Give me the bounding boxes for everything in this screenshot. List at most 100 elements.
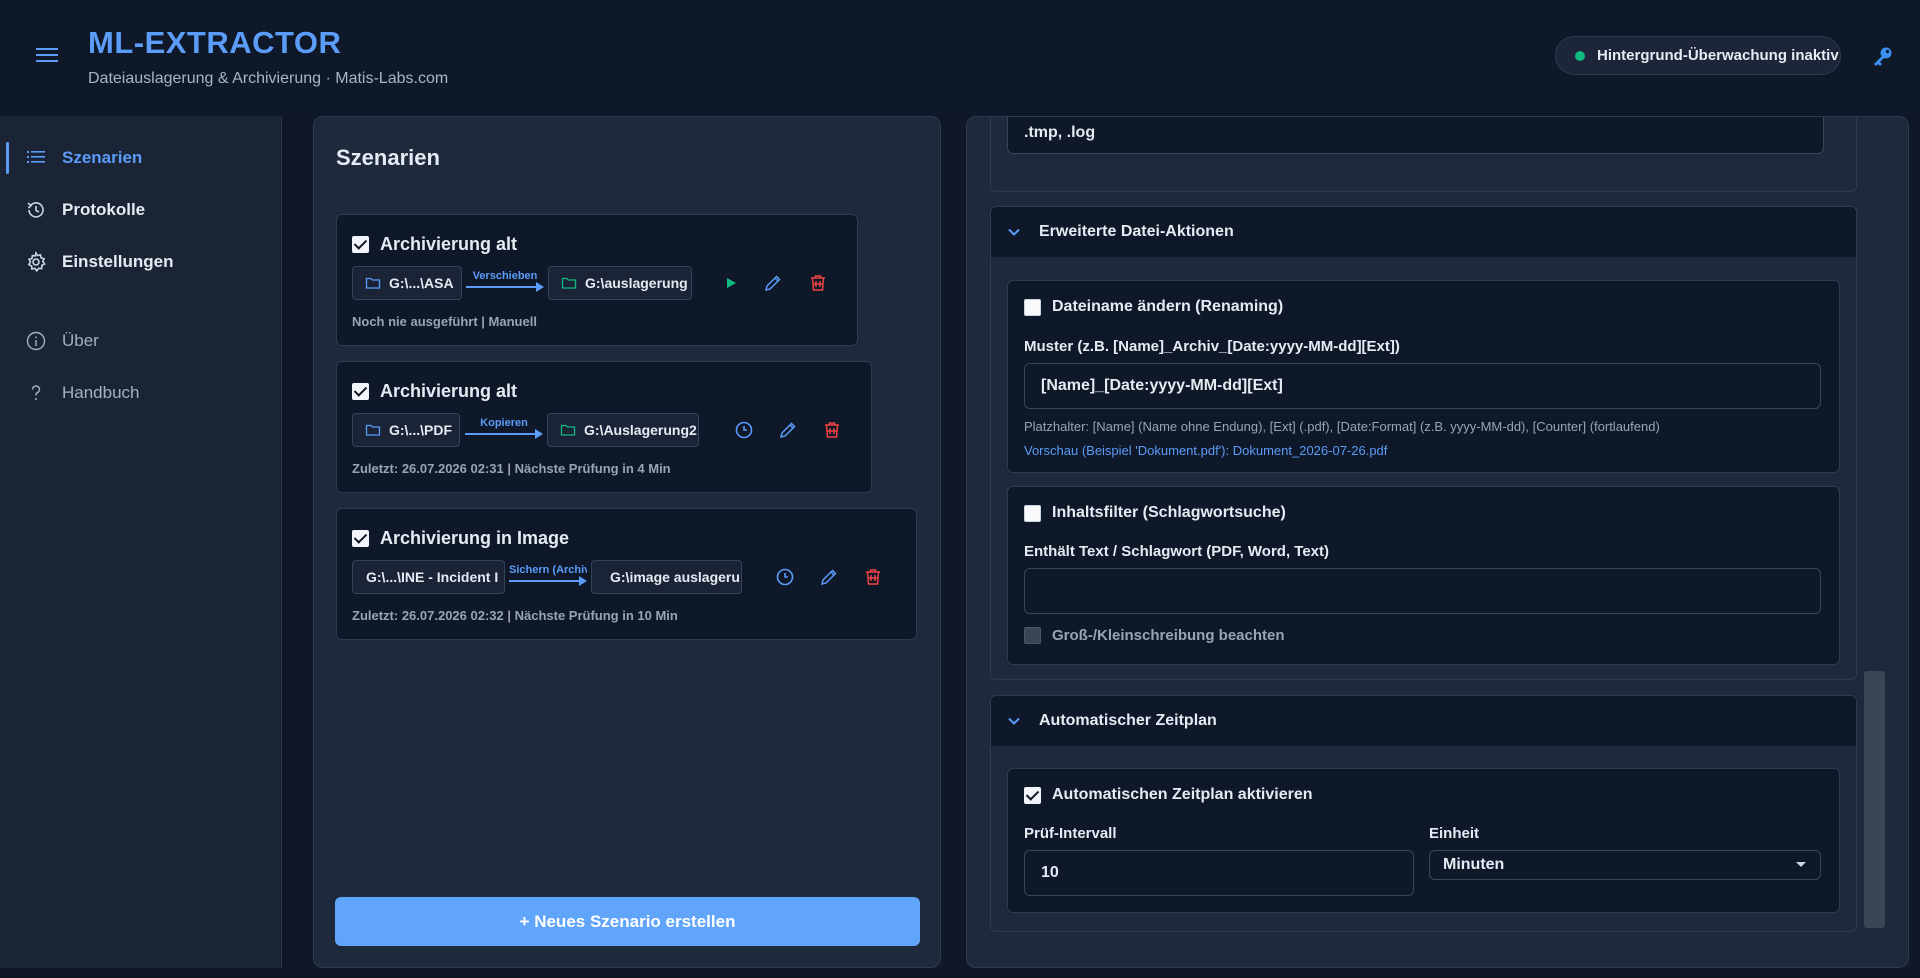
sidebar-item-szenarien[interactable]: Szenarien xyxy=(0,138,281,178)
renaming-toggle[interactable]: Dateiname ändern (Renaming) xyxy=(1024,298,1283,316)
sidebar-item-protokolle[interactable]: Protokolle xyxy=(0,190,281,230)
target-path[interactable]: G:\image auslageru xyxy=(591,560,742,594)
content-filter-checkbox[interactable] xyxy=(1024,504,1041,522)
sidebar-item-handbuch[interactable]: Handbuch xyxy=(0,373,281,413)
scenario-meta: Zuletzt: 26.07.2026 02:32 | Nächste Prüf… xyxy=(352,608,678,623)
keyword-label: Enthält Text / Schlagwort (PDF, Word, Te… xyxy=(1024,543,1330,560)
scenario-title: Archivierung in Image xyxy=(352,528,569,549)
arrow-right-icon xyxy=(535,429,543,439)
status-text: Hintergrund-Überwachung inaktiv xyxy=(1597,47,1839,64)
case-sensitive-toggle[interactable]: Groß-/Kleinschreibung beachten xyxy=(1024,627,1285,644)
unit-select[interactable]: Minuten xyxy=(1429,850,1821,880)
action-label: Sichern (Archiv xyxy=(509,564,587,576)
app-subtitle: Dateiauslagerung & Archivierung · Matis-… xyxy=(88,70,449,87)
sidebar: Szenarien Protokolle Einstellungen Über … xyxy=(0,116,282,968)
background-monitor-status[interactable]: Hintergrund-Überwachung inaktiv xyxy=(1555,36,1841,75)
source-path-text: G:\...\INE - Incident I xyxy=(366,569,499,585)
edit-pencil-icon[interactable] xyxy=(818,566,840,588)
scenario-meta: Zuletzt: 26.07.2026 02:31 | Nächste Prüf… xyxy=(352,461,671,476)
source-path-text: G:\...\ASA xyxy=(389,275,454,291)
sidebar-item-label: Einstellungen xyxy=(62,252,174,271)
gear-icon xyxy=(25,251,47,273)
schedule-header[interactable]: Automatischer Zeitplan xyxy=(991,696,1856,746)
scenario-name: Archivierung in Image xyxy=(380,528,570,548)
target-path-text: G:\auslagerung xyxy=(585,275,688,291)
delete-trash-icon[interactable] xyxy=(862,566,884,588)
action-label: Kopieren xyxy=(480,417,528,429)
content-filter-toggle[interactable]: Inhaltsfilter (Schlagwortsuche) xyxy=(1024,504,1286,522)
hamburger-menu-icon[interactable] xyxy=(36,47,58,63)
scrollbar-thumb[interactable] xyxy=(1864,671,1885,928)
panel-title: Szenarien xyxy=(336,145,440,170)
scenarios-panel: Szenarien Archivierung alt G:\...\ASA Ve… xyxy=(313,116,941,968)
sidebar-item-label: Protokolle xyxy=(62,200,146,219)
target-path[interactable]: G:\Auslagerung2 xyxy=(547,413,699,447)
scenario-card[interactable]: Archivierung alt G:\...\PDF Kopieren G:\… xyxy=(336,361,872,493)
schedule-toggle[interactable]: Automatischen Zeitplan aktivieren xyxy=(1024,786,1313,804)
renaming-checkbox[interactable] xyxy=(1024,298,1041,316)
filter-section: .tmp, .log xyxy=(990,117,1857,192)
case-sensitive-checkbox[interactable] xyxy=(1024,627,1041,644)
rename-preview: Vorschau (Beispiel 'Dokument.pdf'): Doku… xyxy=(1024,443,1388,458)
arrow-right-icon xyxy=(536,282,544,292)
help-icon xyxy=(25,382,47,404)
section-title: Automatischer Zeitplan xyxy=(1039,712,1217,729)
chevron-down-icon xyxy=(1007,225,1021,239)
content-filter-card: Inhaltsfilter (Schlagwortsuche) Enthält … xyxy=(1007,486,1840,665)
clock-icon[interactable] xyxy=(774,566,796,588)
advanced-actions-header[interactable]: Erweiterte Datei-Aktionen xyxy=(991,207,1856,257)
source-path[interactable]: G:\...\INE - Incident I xyxy=(352,560,505,594)
source-path[interactable]: G:\...\ASA xyxy=(352,266,462,300)
scenario-title: Archivierung alt xyxy=(352,234,517,255)
pattern-label: Muster (z.B. [Name]_Archiv_[Date:yyyy-MM… xyxy=(1024,338,1400,355)
status-dot-icon xyxy=(1575,50,1585,61)
app-title: ML-EXTRACTOR xyxy=(88,25,342,60)
interval-input[interactable]: 10 xyxy=(1024,850,1414,896)
scenario-enabled-checkbox[interactable] xyxy=(352,530,369,547)
action-arrow: Sichern (Archiv xyxy=(509,560,587,594)
pattern-input[interactable]: [Name]_[Date:yyyy-MM-dd][Ext] xyxy=(1024,363,1821,409)
history-icon xyxy=(25,199,47,221)
scenario-editor-panel: .tmp, .log Erweiterte Datei-Aktionen Dat… xyxy=(966,116,1909,968)
folder-icon xyxy=(365,275,381,291)
scenario-card[interactable]: Archivierung in Image G:\...\INE - Incid… xyxy=(336,508,917,640)
delete-trash-icon[interactable] xyxy=(821,419,843,441)
clock-icon[interactable] xyxy=(733,419,755,441)
sidebar-item-label: Szenarien xyxy=(62,148,143,167)
schedule-checkbox[interactable] xyxy=(1024,786,1041,804)
action-label: Verschieben xyxy=(472,270,538,282)
unit-selected-value: Minuten xyxy=(1443,856,1505,873)
folder-icon xyxy=(561,275,577,291)
target-path[interactable]: G:\auslagerung xyxy=(548,266,692,300)
interval-label: Prüf-Intervall xyxy=(1024,825,1117,842)
dropdown-caret-icon xyxy=(1796,862,1806,867)
arrow-right-icon xyxy=(579,576,587,586)
scenario-card[interactable]: Archivierung alt G:\...\ASA Verschieben … xyxy=(336,214,858,346)
exclude-extensions-input[interactable]: .tmp, .log xyxy=(1007,117,1824,154)
content-filter-label: Inhaltsfilter (Schlagwortsuche) xyxy=(1052,504,1286,521)
renaming-label: Dateiname ändern (Renaming) xyxy=(1052,298,1284,315)
scenario-enabled-checkbox[interactable] xyxy=(352,383,369,400)
scenario-name: Archivierung alt xyxy=(380,381,518,401)
scenario-title: Archivierung alt xyxy=(352,381,517,402)
chevron-down-icon xyxy=(1007,714,1021,728)
target-path-text: G:\Auslagerung2 xyxy=(584,422,697,438)
keyword-input[interactable] xyxy=(1024,568,1821,614)
new-scenario-button[interactable]: + Neues Szenario erstellen xyxy=(335,897,920,946)
edit-pencil-icon[interactable] xyxy=(777,419,799,441)
top-bar: ML-EXTRACTOR Dateiauslagerung & Archivie… xyxy=(0,0,1920,116)
case-sensitive-label: Groß-/Kleinschreibung beachten xyxy=(1052,627,1285,644)
edit-pencil-icon[interactable] xyxy=(762,272,784,294)
sidebar-item-einstellungen[interactable]: Einstellungen xyxy=(0,242,281,282)
source-path[interactable]: G:\...\PDF xyxy=(352,413,460,447)
sidebar-item-ueber[interactable]: Über xyxy=(0,321,281,361)
play-icon[interactable] xyxy=(720,272,742,294)
key-icon[interactable] xyxy=(1871,44,1895,68)
renaming-card: Dateiname ändern (Renaming) Muster (z.B.… xyxy=(1007,280,1840,473)
advanced-actions-section: Erweiterte Datei-Aktionen Dateiname ände… xyxy=(990,206,1857,680)
delete-trash-icon[interactable] xyxy=(807,272,829,294)
sidebar-item-label: Über xyxy=(62,331,99,350)
section-title: Erweiterte Datei-Aktionen xyxy=(1039,223,1234,240)
scenario-enabled-checkbox[interactable] xyxy=(352,236,369,253)
sidebar-item-label: Handbuch xyxy=(62,383,140,402)
